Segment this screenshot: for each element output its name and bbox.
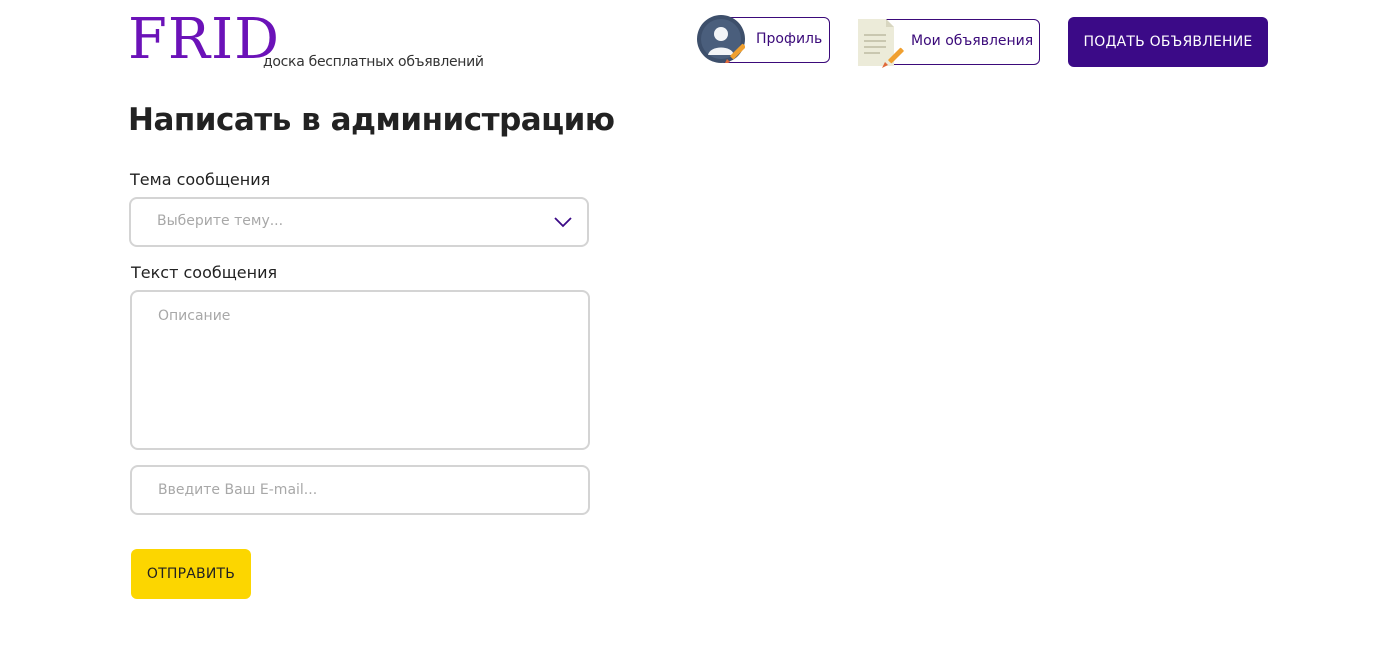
document-icon (858, 19, 904, 68)
message-textarea[interactable] (130, 290, 590, 450)
message-label: Текст сообщения (131, 263, 278, 282)
my-ads-label[interactable]: Мои объявления (911, 33, 1033, 49)
logo-subtitle: доска бесплатных объявлений (263, 54, 484, 70)
email-field[interactable] (130, 465, 590, 515)
user-avatar-icon (697, 15, 745, 63)
subject-select[interactable]: Выберите тему... (129, 197, 589, 247)
subject-select-value: Выберите тему... (157, 213, 284, 229)
logo-text[interactable]: FRID (128, 10, 280, 70)
profile-link[interactable]: Профиль (697, 15, 830, 65)
profile-label[interactable]: Профиль (756, 31, 822, 47)
subject-label: Тема сообщения (130, 170, 271, 189)
my-ads-link[interactable]: Мои объявления (858, 18, 1040, 68)
chevron-down-icon (554, 217, 572, 228)
post-ad-button[interactable]: ПОДАТЬ ОБЪЯВЛЕНИЕ (1068, 17, 1268, 67)
page-title: Написать в администрацию (128, 102, 615, 138)
send-button[interactable]: ОТПРАВИТЬ (131, 549, 251, 599)
